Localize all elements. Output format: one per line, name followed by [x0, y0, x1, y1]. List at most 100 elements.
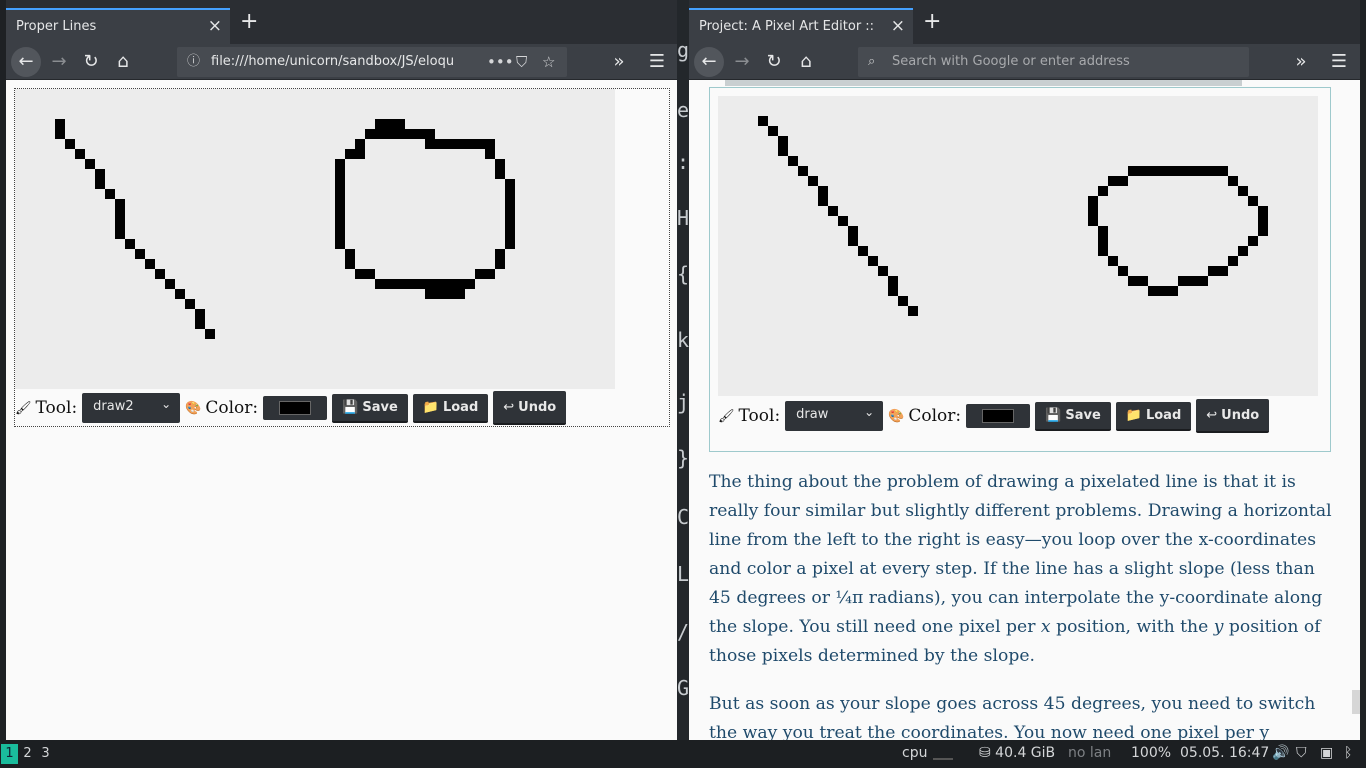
overflow-chevron-icon[interactable]: » — [1287, 48, 1315, 76]
pixel — [495, 259, 505, 269]
pixel — [415, 279, 425, 289]
drawing-canvas[interactable] — [15, 89, 615, 389]
tool-select-value: draw2 — [93, 399, 134, 414]
save-label: Save — [362, 399, 398, 415]
pixel — [335, 159, 345, 169]
pixel — [1178, 166, 1188, 176]
pixel — [1168, 166, 1178, 176]
home-icon[interactable]: ⌂ — [792, 48, 820, 76]
close-tab-icon[interactable]: × — [208, 16, 222, 36]
color-picker[interactable] — [263, 396, 328, 420]
pixel — [1128, 276, 1138, 286]
previous-section-edge — [725, 80, 1242, 86]
pixel — [1208, 166, 1218, 176]
bookmark-star-icon[interactable]: ☆ — [542, 47, 555, 77]
save-button[interactable]: 💾 Save — [1035, 401, 1111, 431]
menu-hamburger-icon[interactable]: ☰ — [643, 48, 671, 76]
background-glyph: H — [677, 206, 689, 230]
reload-icon[interactable]: ↻ — [760, 48, 788, 76]
workspace-2[interactable]: 2 — [19, 744, 36, 764]
pixel — [455, 139, 465, 149]
home-icon[interactable]: ⌂ — [109, 48, 137, 76]
pixel — [495, 159, 505, 169]
save-button[interactable]: 💾 Save — [332, 393, 408, 423]
pixel — [1248, 196, 1258, 206]
pixel — [65, 139, 75, 149]
pixel — [155, 269, 165, 279]
save-label: Save — [1065, 407, 1101, 423]
color-picker[interactable] — [966, 404, 1031, 428]
pixel — [175, 289, 185, 299]
menu-hamburger-icon[interactable]: ☰ — [1325, 48, 1353, 76]
pixel — [355, 269, 365, 279]
pixel — [455, 279, 465, 289]
scrollbar-thumb[interactable] — [1352, 690, 1360, 714]
paragraph-text: The thing about the problem of drawing a… — [709, 472, 1332, 637]
pixel — [1198, 166, 1208, 176]
tab-proper-lines[interactable]: Proper Lines × — [6, 8, 230, 44]
search-input[interactable]: ⌕ Search with Google or enter address — [858, 47, 1249, 77]
pixel — [335, 169, 345, 179]
pixel — [425, 289, 435, 299]
back-arrow-icon[interactable]: ← — [694, 47, 724, 77]
background-glyph: :- — [677, 150, 689, 174]
pixel — [345, 259, 355, 269]
forward-arrow-icon[interactable]: → — [728, 48, 756, 76]
color-label: Color: — [205, 398, 259, 418]
pixel — [505, 209, 515, 219]
pixel — [838, 216, 848, 226]
background-glyph: e — [677, 98, 689, 122]
pocket-icon[interactable]: ⛉ — [516, 47, 527, 77]
pixel — [1088, 216, 1098, 226]
load-button[interactable]: 📁 Load — [1115, 401, 1192, 431]
load-button[interactable]: 📁 Load — [412, 393, 489, 423]
back-arrow-icon[interactable]: ← — [11, 47, 41, 77]
new-tab-icon[interactable]: + — [923, 11, 941, 33]
tool-select[interactable]: draw2 ⌄ — [82, 393, 181, 423]
palette-icon: 🎨 — [888, 408, 905, 424]
bluetooth-icon[interactable]: ᛒ — [1344, 745, 1352, 761]
battery-icon[interactable]: ▣ — [1320, 745, 1333, 761]
load-label: Load — [1145, 407, 1182, 423]
pixel — [888, 276, 898, 286]
floppy-icon: 💾 — [342, 399, 359, 415]
pixel — [195, 309, 205, 319]
editor-toolbar: 🖌 Tool: draw2 ⌄ 🎨 Color: 💾 Save 📁 Load ↩ Un… — [15, 391, 571, 425]
workspace-1[interactable]: 1 — [1, 744, 18, 764]
pixel — [505, 189, 515, 199]
page-actions-icon[interactable]: ••• — [487, 47, 514, 77]
pixel — [485, 139, 495, 149]
tab-pixel-art-editor[interactable]: Project: A Pixel Art Editor :: Elo × — [689, 8, 913, 44]
pixel — [1198, 276, 1208, 286]
shield-icon[interactable]: ⛉ — [1296, 745, 1307, 761]
tab-title: Project: A Pixel Art Editor :: Elo — [699, 19, 879, 34]
pixel — [385, 129, 395, 139]
undo-label: Undo — [1221, 408, 1260, 423]
close-tab-icon[interactable]: × — [891, 16, 905, 36]
pixel — [105, 189, 115, 199]
undo-button[interactable]: ↩ Undo — [493, 391, 567, 425]
tab-title: Proper Lines — [16, 19, 97, 34]
address-bar[interactable]: ⓘ file:///home/unicorn/sandbox/JS/eloqu … — [177, 47, 567, 77]
site-info-icon[interactable]: ⓘ — [187, 47, 200, 77]
tool-select[interactable]: draw ⌄ — [785, 401, 884, 431]
pixel-editor: 🖌 Tool: draw ⌄ 🎨 Color: 💾 Save 📁 Load ↩ Und… — [709, 87, 1331, 452]
pixel — [435, 279, 445, 289]
undo-button[interactable]: ↩ Undo — [1196, 399, 1270, 433]
background-glyph: C — [677, 505, 689, 529]
paragraph-text: position, with the — [1050, 617, 1214, 637]
reload-icon[interactable]: ↻ — [77, 48, 105, 76]
pixel — [505, 219, 515, 229]
forward-arrow-icon[interactable]: → — [45, 48, 73, 76]
drawing-canvas[interactable] — [718, 96, 1318, 396]
paintbrush-icon: 🖌 — [718, 408, 735, 424]
pixel — [1238, 186, 1248, 196]
speaker-icon[interactable]: 🔊 — [1272, 745, 1289, 761]
pixel — [858, 246, 868, 256]
workspace-3[interactable]: 3 — [37, 744, 54, 764]
desktop-background: g e :- H { k j } C L /e G — [677, 0, 689, 740]
overflow-chevron-icon[interactable]: » — [605, 48, 633, 76]
load-label: Load — [442, 399, 479, 415]
pixel — [185, 299, 195, 309]
new-tab-icon[interactable]: + — [240, 11, 258, 33]
